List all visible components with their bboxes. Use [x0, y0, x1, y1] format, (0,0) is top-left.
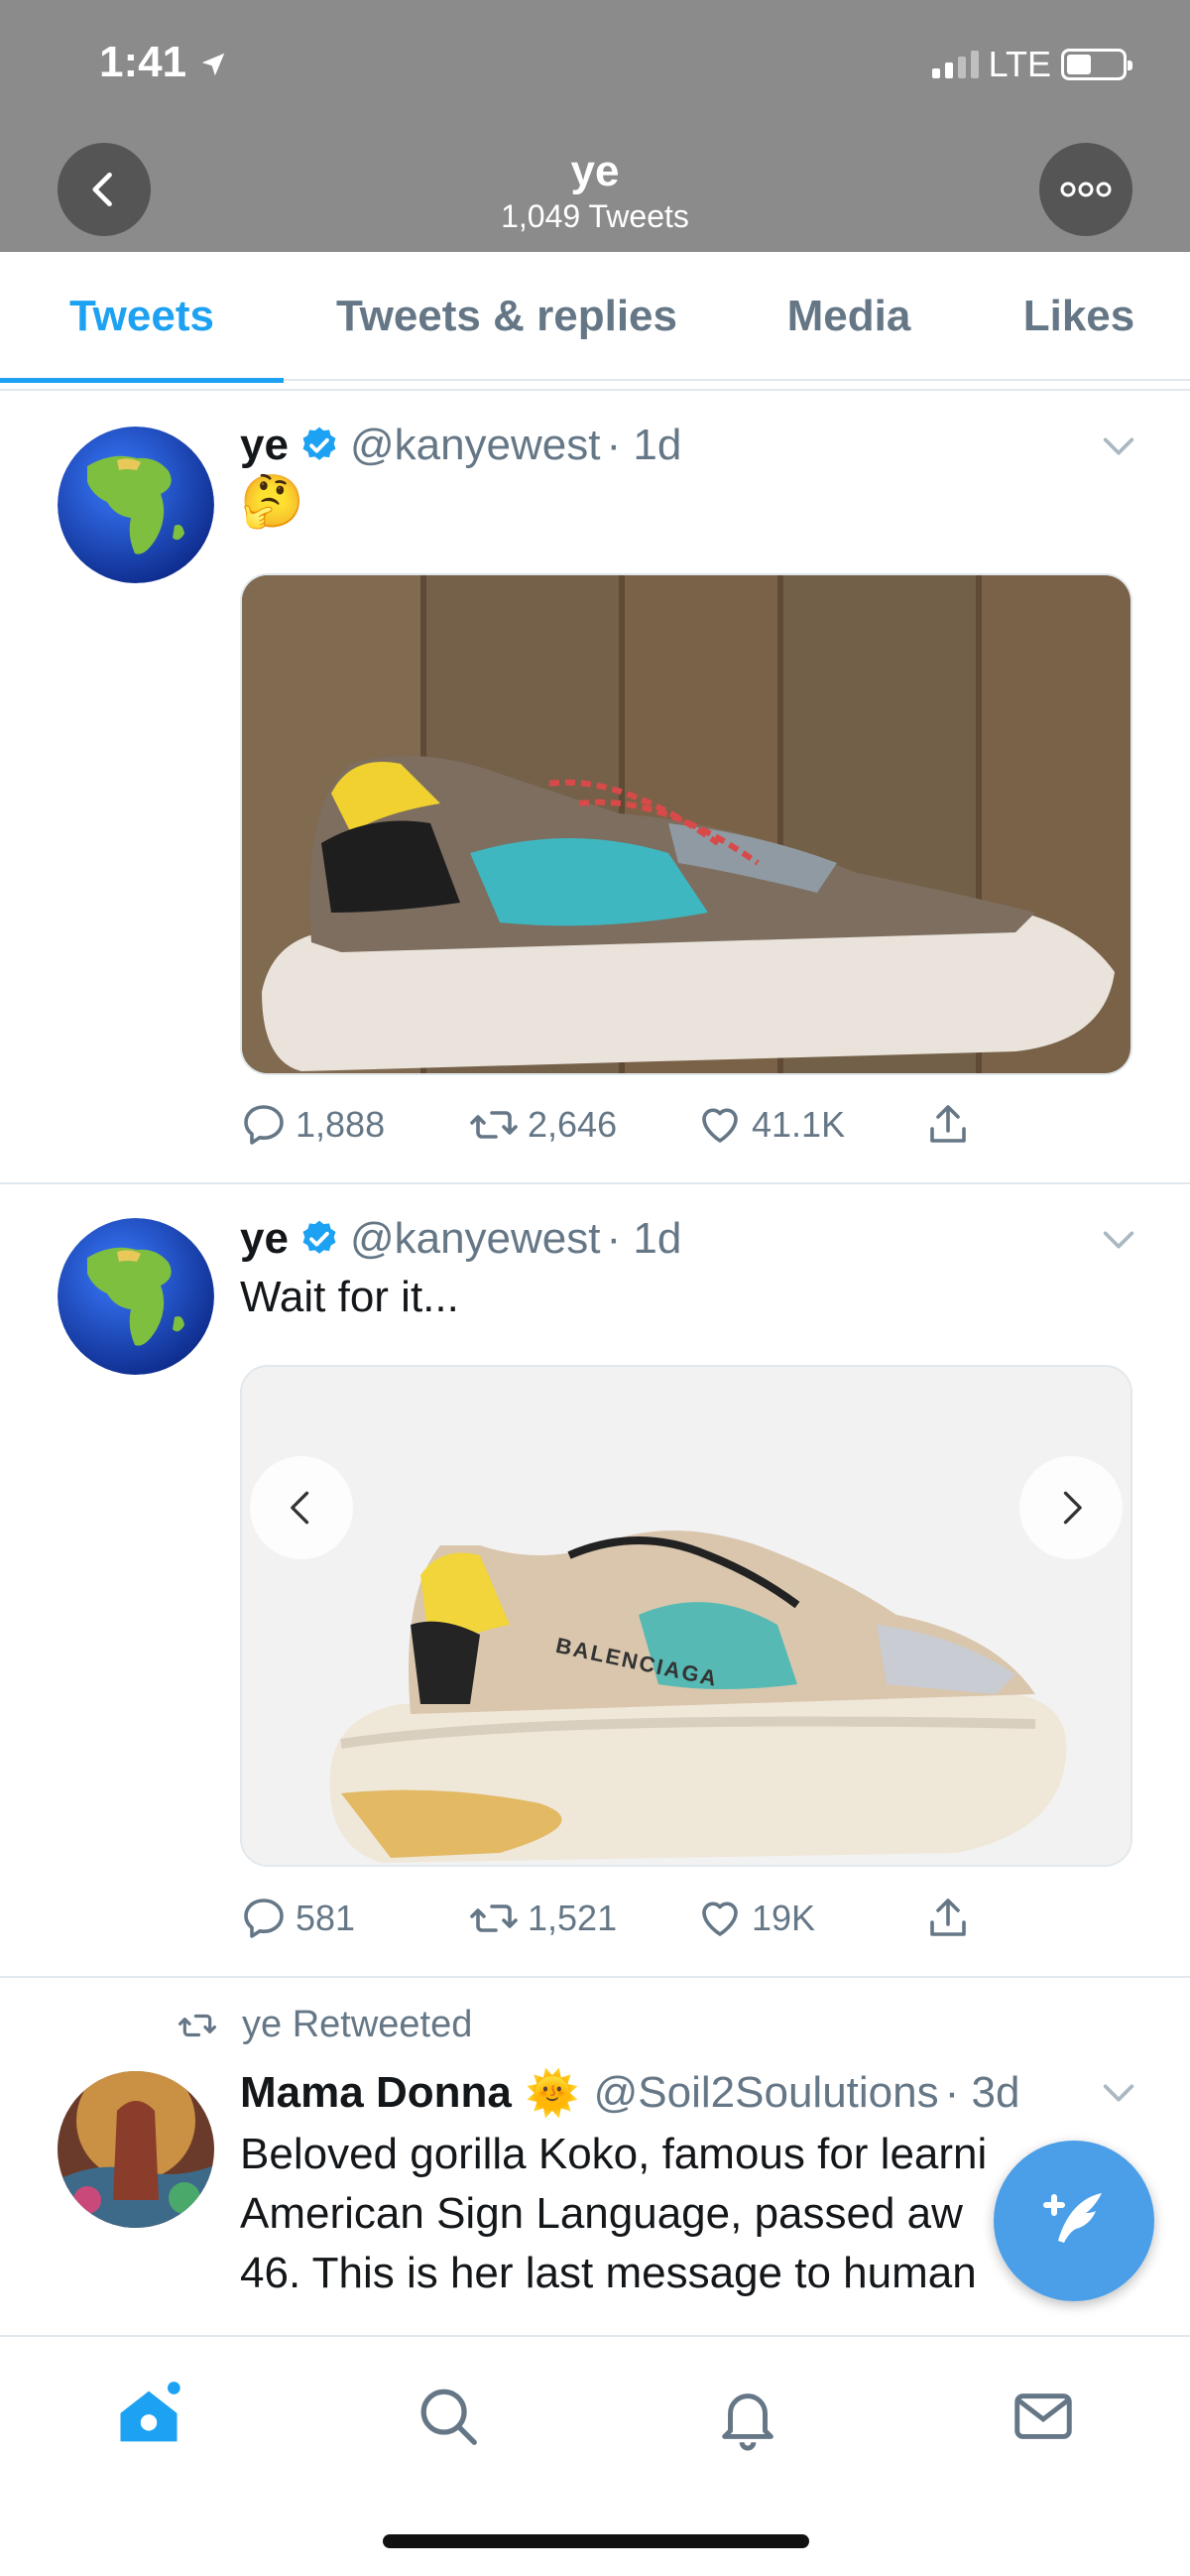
like-count: 19K: [752, 1898, 816, 1938]
tweet-header: ye @kanyewest · 1d: [240, 1214, 681, 1264]
tweet-media-carousel[interactable]: BALENCIAGA: [240, 1365, 1132, 1867]
messages-icon: [1014, 2393, 1072, 2439]
painting-avatar-icon: [58, 2071, 214, 2228]
status-time: 1:41: [99, 38, 228, 87]
avatar[interactable]: [58, 427, 214, 583]
retweet-count: 1,521: [528, 1898, 618, 1938]
home-icon: [120, 2382, 180, 2442]
reply-button[interactable]: 581: [240, 1895, 468, 1942]
nav-notifications[interactable]: [708, 2377, 787, 2456]
nav-search[interactable]: [409, 2377, 488, 2456]
chevron-down-icon[interactable]: [1099, 2073, 1138, 2113]
carousel-prev-button[interactable]: [250, 1456, 353, 1559]
compose-tweet-button[interactable]: [994, 2141, 1154, 2301]
chevron-down-icon[interactable]: [1099, 427, 1138, 466]
chevron-left-icon: [291, 1491, 309, 1525]
verified-badge-icon: [298, 1218, 340, 1260]
home-indicator: [383, 2534, 809, 2548]
tweet-author-name[interactable]: ye: [240, 421, 289, 470]
share-icon: [930, 1105, 966, 1143]
sun-emoji: 🌞: [525, 2069, 580, 2118]
share-button[interactable]: [924, 1101, 972, 1149]
reply-icon: [244, 1105, 284, 1145]
nav-messages[interactable]: [1004, 2377, 1083, 2456]
status-time-text: 1:41: [99, 38, 187, 86]
status-indicators: LTE: [931, 44, 1132, 85]
tweet-header: ye @kanyewest · 1d: [240, 421, 681, 470]
chevron-down-icon[interactable]: [1099, 1220, 1138, 1260]
tweet-text: 🤔: [240, 473, 304, 531]
more-icon: [1060, 182, 1112, 197]
profile-name: ye: [570, 147, 620, 195]
tab-likes[interactable]: Likes: [968, 252, 1190, 381]
tab-tweets-replies[interactable]: Tweets & replies: [284, 252, 730, 381]
globe-avatar-icon: [58, 1218, 214, 1375]
reply-count: 581: [296, 1898, 356, 1938]
avatar[interactable]: [58, 2071, 214, 2228]
tweet-text-line: Beloved gorilla Koko, famous for learni: [240, 2130, 988, 2178]
tweet-text: Wait for it...: [240, 1273, 459, 1321]
globe-avatar-icon: [58, 427, 214, 583]
retweet-button[interactable]: 2,646: [468, 1101, 696, 1149]
share-icon: [930, 1899, 966, 1936]
retweet-icon: [470, 1904, 518, 1932]
tweet-time: · 3d: [944, 2068, 1020, 2117]
verified-badge-icon: [298, 425, 340, 466]
compose-feather-icon: [1043, 2193, 1102, 2243]
tweet-text-line: 46. This is her last message to human: [240, 2249, 977, 2297]
retweeted-by: ye Retweeted: [177, 2004, 472, 2046]
tweet-author-handle[interactable]: @Soil2Soulutions: [594, 2068, 939, 2118]
more-options-button[interactable]: [1039, 143, 1132, 236]
tweet-author-handle[interactable]: @kanyewest: [350, 421, 601, 470]
battery-icon: [1061, 49, 1132, 80]
share-button[interactable]: [924, 1895, 972, 1942]
retweet-count: 2,646: [528, 1104, 618, 1145]
nav-home[interactable]: [109, 2377, 188, 2456]
chevron-right-icon: [1063, 1491, 1082, 1525]
tweet-count: 1,049 Tweets: [501, 198, 689, 234]
retweet-button[interactable]: 1,521: [468, 1895, 696, 1942]
tweet-text-line: American Sign Language, passed aw: [240, 2189, 963, 2238]
tweet-media-image[interactable]: [240, 573, 1132, 1075]
tweet-time: · 1d: [606, 421, 682, 469]
profile-tabs: Tweets Tweets & replies Media Likes: [0, 252, 1190, 383]
location-arrow-icon: [202, 54, 225, 76]
reply-icon: [244, 1899, 284, 1938]
sneaker-photo: [242, 575, 1130, 1073]
tweet-author-handle[interactable]: @kanyewest: [350, 1214, 601, 1264]
retweeted-by-label[interactable]: ye Retweeted: [242, 2004, 472, 2046]
retweet-icon: [178, 2014, 216, 2036]
reply-count: 1,888: [296, 1104, 386, 1145]
avatar[interactable]: [58, 1218, 214, 1375]
signal-icon: [931, 51, 979, 78]
tweet-time: · 1d: [606, 1214, 682, 1263]
tweet-actions: 1,888 2,646 41.1K: [240, 1101, 1013, 1149]
tab-media[interactable]: Media: [730, 252, 968, 381]
tab-tweets[interactable]: Tweets: [0, 252, 284, 383]
tweet[interactable]: ye @kanyewest · 1d Wait for it... BALENC…: [0, 1184, 1190, 1978]
retweet-icon: [470, 1111, 518, 1139]
like-count: 41.1K: [752, 1104, 846, 1145]
heart-icon: [702, 1901, 738, 1936]
notifications-icon: [722, 2393, 774, 2451]
tweet-actions: 581 1,521 19K: [240, 1895, 1013, 1942]
heart-icon: [702, 1108, 738, 1143]
like-button[interactable]: 19K: [696, 1895, 924, 1942]
sneaker-photo: [242, 1367, 1130, 1865]
tweet-text: Beloved gorilla Koko, famous for learni …: [240, 2125, 987, 2303]
tweet[interactable]: ye @kanyewest · 1d 🤔 1,888 2,646 41.1K: [0, 391, 1190, 1184]
carousel-next-button[interactable]: [1019, 1456, 1123, 1559]
profile-header: 1:41 LTE ye 1,049 Tweets: [0, 0, 1190, 252]
search-icon: [420, 2389, 477, 2445]
tweet-header: Mama Donna 🌞 @Soil2Soulutions · 3d: [240, 2067, 1019, 2119]
reply-button[interactable]: 1,888: [240, 1101, 468, 1149]
network-label: LTE: [988, 44, 1051, 84]
tweet-author-name[interactable]: Mama Donna: [240, 2068, 512, 2118]
tweet-author-name[interactable]: ye: [240, 1214, 289, 1264]
like-button[interactable]: 41.1K: [696, 1101, 924, 1149]
tweet[interactable]: ye Retweeted Mama Donna 🌞 @Soil2Soulutio…: [0, 1978, 1190, 2335]
